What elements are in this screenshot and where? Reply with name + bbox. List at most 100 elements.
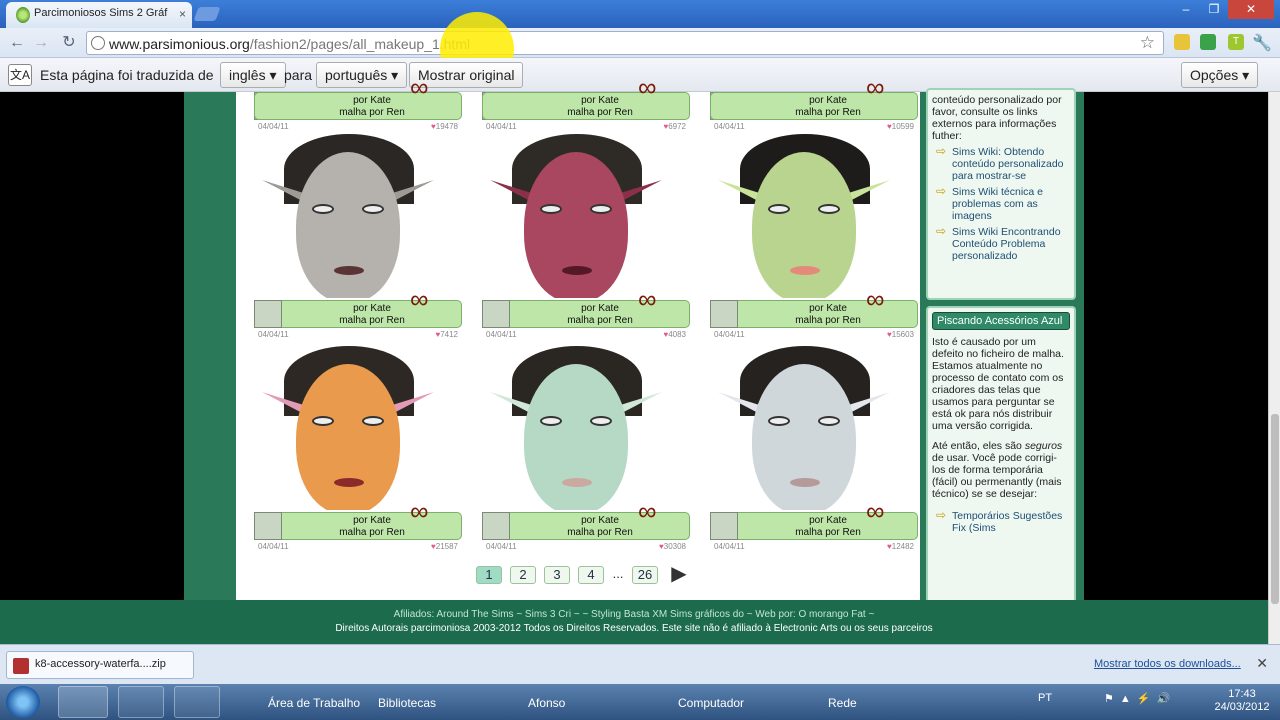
right-eye bbox=[818, 416, 840, 426]
scrollbar-thumb[interactable] bbox=[1271, 414, 1279, 604]
card-mesh: malha por Ren bbox=[339, 107, 405, 118]
makeup-card[interactable]: por Katemalha por Ren∞04/04/1115603 bbox=[698, 134, 918, 344]
reload-icon[interactable]: ↻ bbox=[58, 33, 80, 53]
tg-extension-icon[interactable]: T bbox=[1228, 34, 1244, 50]
new-tab-button[interactable] bbox=[193, 7, 221, 21]
sidebar-link-2[interactable]: Sims Wiki técnica e problemas com as ima… bbox=[932, 185, 1070, 222]
wrench-menu-icon[interactable]: 🔧 bbox=[1252, 33, 1272, 53]
makeup-preview-image[interactable] bbox=[476, 134, 676, 298]
show-all-downloads-link[interactable]: Mostrar todos os downloads... bbox=[1094, 658, 1241, 670]
explorer-taskbar-button[interactable] bbox=[118, 686, 164, 718]
makeup-card-partial[interactable]: por Katemalha por Ren∞04/04/1110599 bbox=[698, 0, 918, 136]
makeup-preview-image[interactable] bbox=[704, 346, 904, 510]
card-meta: 04/04/11 10599 bbox=[714, 122, 914, 132]
left-eye bbox=[768, 204, 790, 214]
chrome-taskbar-button[interactable] bbox=[58, 686, 108, 718]
card-mesh: malha por Ren bbox=[795, 107, 861, 118]
card-meta: 04/04/11 12482 bbox=[714, 542, 914, 552]
lips bbox=[562, 478, 592, 487]
card-hearts: 15603 bbox=[887, 330, 914, 339]
maximize-button[interactable]: ❐ bbox=[1200, 0, 1228, 19]
card-mesh: malha por Ren bbox=[339, 527, 405, 538]
extension-icon[interactable] bbox=[1174, 34, 1190, 50]
page-4-button[interactable]: 4 bbox=[578, 566, 604, 584]
makeup-card[interactable]: por Katemalha por Ren∞04/04/1121587 bbox=[242, 346, 462, 556]
browser-tab[interactable]: Parcimoniosos Sims 2 Gráf × bbox=[6, 2, 192, 28]
makeup-preview-image[interactable] bbox=[704, 134, 904, 298]
page-1-button[interactable]: 1 bbox=[476, 566, 502, 584]
face-skin bbox=[296, 152, 400, 298]
left-eye bbox=[540, 416, 562, 426]
next-page-icon[interactable]: ▶ bbox=[666, 564, 692, 584]
card-meta: 04/04/11 19478 bbox=[258, 122, 458, 132]
vertical-scrollbar[interactable] bbox=[1268, 92, 1280, 644]
card-thumbnail[interactable] bbox=[482, 300, 510, 328]
lips bbox=[790, 266, 820, 275]
clock[interactable]: 17:43 24/03/2012 bbox=[1212, 688, 1272, 714]
glasses-icon: ∞ bbox=[410, 496, 429, 526]
translate-icon: 文A bbox=[8, 64, 32, 86]
makeup-preview-image[interactable] bbox=[248, 134, 448, 298]
card-thumbnail[interactable] bbox=[710, 512, 738, 540]
taskbar-afonso[interactable]: Afonso bbox=[528, 696, 565, 710]
sidebar-link-3[interactable]: Sims Wiki Encontrando Conteúdo Problema … bbox=[932, 225, 1070, 262]
box-heading: Piscando Acessórios Azul bbox=[932, 312, 1070, 330]
taskbar-libraries[interactable]: Bibliotecas bbox=[378, 696, 436, 710]
makeup-preview-image[interactable] bbox=[476, 346, 676, 510]
download-item[interactable]: k8-accessory-waterfa....zip bbox=[6, 651, 194, 679]
back-arrow-icon[interactable]: ← bbox=[6, 33, 28, 53]
makeup-preview-image[interactable] bbox=[248, 346, 448, 510]
archive-icon bbox=[13, 658, 29, 674]
card-meta: 04/04/11 15603 bbox=[714, 330, 914, 340]
page-2-button[interactable]: 2 bbox=[510, 566, 536, 584]
tab-close-icon[interactable]: × bbox=[179, 7, 186, 21]
tab-title: Parcimoniosos Sims 2 Gráf bbox=[34, 7, 168, 19]
taskbar-computer[interactable]: Computador bbox=[678, 696, 744, 710]
temporary-fix-link[interactable]: Temporários Sugestões Fix (Sims bbox=[932, 509, 1070, 534]
glasses-icon: ∞ bbox=[866, 284, 885, 314]
app-taskbar-button[interactable] bbox=[174, 686, 220, 718]
taskbar: Área de Trabalho Bibliotecas Afonso Comp… bbox=[0, 684, 1280, 720]
face-skin bbox=[524, 152, 628, 298]
makeup-card[interactable]: por Katemalha por Ren∞04/04/114083 bbox=[470, 134, 690, 344]
left-eye bbox=[540, 204, 562, 214]
makeup-card[interactable]: por Katemalha por Ren∞04/04/1112482 bbox=[698, 346, 918, 556]
card-meta: 04/04/11 6972 bbox=[486, 122, 686, 132]
card-hearts: 12482 bbox=[887, 542, 914, 551]
card-hearts: 30308 bbox=[659, 542, 686, 551]
close-downloads-icon[interactable]: ✕ bbox=[1256, 655, 1268, 672]
bookmark-star-icon[interactable]: ☆ bbox=[1140, 33, 1155, 53]
makeup-card-partial[interactable]: por Katemalha por Ren∞04/04/1119478 bbox=[242, 0, 462, 136]
close-window-button[interactable]: ✕ bbox=[1228, 0, 1274, 19]
taskbar-desktop[interactable]: Área de Trabalho bbox=[268, 696, 360, 710]
lips bbox=[562, 266, 592, 275]
language-indicator[interactable]: PT bbox=[1038, 692, 1052, 704]
card-thumbnail[interactable] bbox=[254, 512, 282, 540]
box-paragraph-1: Isto é causado por um defeito no ficheir… bbox=[932, 336, 1064, 432]
card-thumbnail[interactable] bbox=[482, 512, 510, 540]
card-thumbnail[interactable] bbox=[710, 300, 738, 328]
card-thumbnail[interactable] bbox=[254, 300, 282, 328]
minimize-button[interactable]: – bbox=[1172, 0, 1200, 19]
taskbar-network[interactable]: Rede bbox=[828, 696, 857, 710]
sidebar-link-1[interactable]: Sims Wiki: Obtendo conteúdo personalizad… bbox=[932, 145, 1070, 182]
options-button[interactable]: Opções ▾ bbox=[1181, 62, 1259, 88]
options-label: Opções bbox=[1190, 67, 1239, 83]
page-3-button[interactable]: 3 bbox=[544, 566, 570, 584]
tray-icons[interactable]: ⚑▲⚡🔊 bbox=[1104, 692, 1176, 705]
start-button[interactable] bbox=[6, 686, 40, 718]
footer-copyright: Direitos Autorais parcimoniosa 2003-2012… bbox=[335, 623, 933, 634]
signal-extension-icon[interactable] bbox=[1200, 34, 1216, 50]
custom-content-box: conteúdo personalizado por favor, consul… bbox=[926, 88, 1076, 300]
makeup-card[interactable]: por Katemalha por Ren∞04/04/117412 bbox=[242, 134, 462, 344]
face-skin bbox=[752, 364, 856, 510]
download-filename: k8-accessory-waterfa....zip bbox=[35, 658, 166, 670]
forward-arrow-icon[interactable]: → bbox=[30, 33, 52, 53]
makeup-card[interactable]: por Katemalha por Ren∞04/04/1130308 bbox=[470, 346, 690, 556]
pagination: 1 2 3 4 ... 26 ▶ bbox=[476, 564, 692, 588]
card-date: 04/04/11 bbox=[258, 122, 289, 131]
card-mesh: malha por Ren bbox=[795, 527, 861, 538]
sidebar: conteúdo personalizado por favor, consul… bbox=[926, 88, 1076, 606]
makeup-card-partial[interactable]: por Katemalha por Ren∞04/04/116972 bbox=[470, 0, 690, 136]
page-last-button[interactable]: 26 bbox=[632, 566, 658, 584]
